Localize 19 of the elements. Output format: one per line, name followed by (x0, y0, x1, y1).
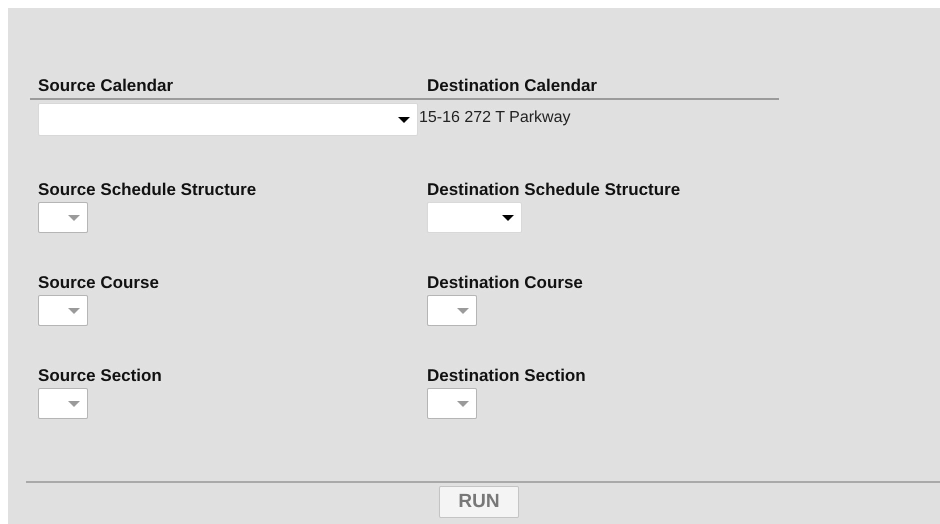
caret-icon (502, 214, 514, 220)
field-label: Source Course (38, 273, 160, 293)
field-label: Source Section (38, 366, 163, 386)
caret-icon (68, 308, 80, 314)
field-label: Destination Section (427, 366, 587, 386)
caret-icon (68, 214, 80, 220)
run-button[interactable]: RUN (439, 486, 519, 518)
dropdown-field[interactable] (427, 202, 522, 233)
field-label: Destination Calendar (427, 76, 598, 96)
dropdown-field[interactable] (38, 103, 418, 136)
caret-icon (68, 400, 80, 406)
caret-icon (398, 116, 410, 122)
caret-icon (457, 308, 469, 314)
field-label: Destination Schedule Structure (427, 180, 682, 200)
field-label: Destination Course (427, 273, 584, 293)
field-label: Source Calendar (38, 76, 174, 96)
field-label: Source Schedule Structure (38, 180, 258, 200)
destination-calendar-value: 15-16 272 T Parkway (419, 108, 572, 127)
caret-icon (457, 400, 469, 406)
